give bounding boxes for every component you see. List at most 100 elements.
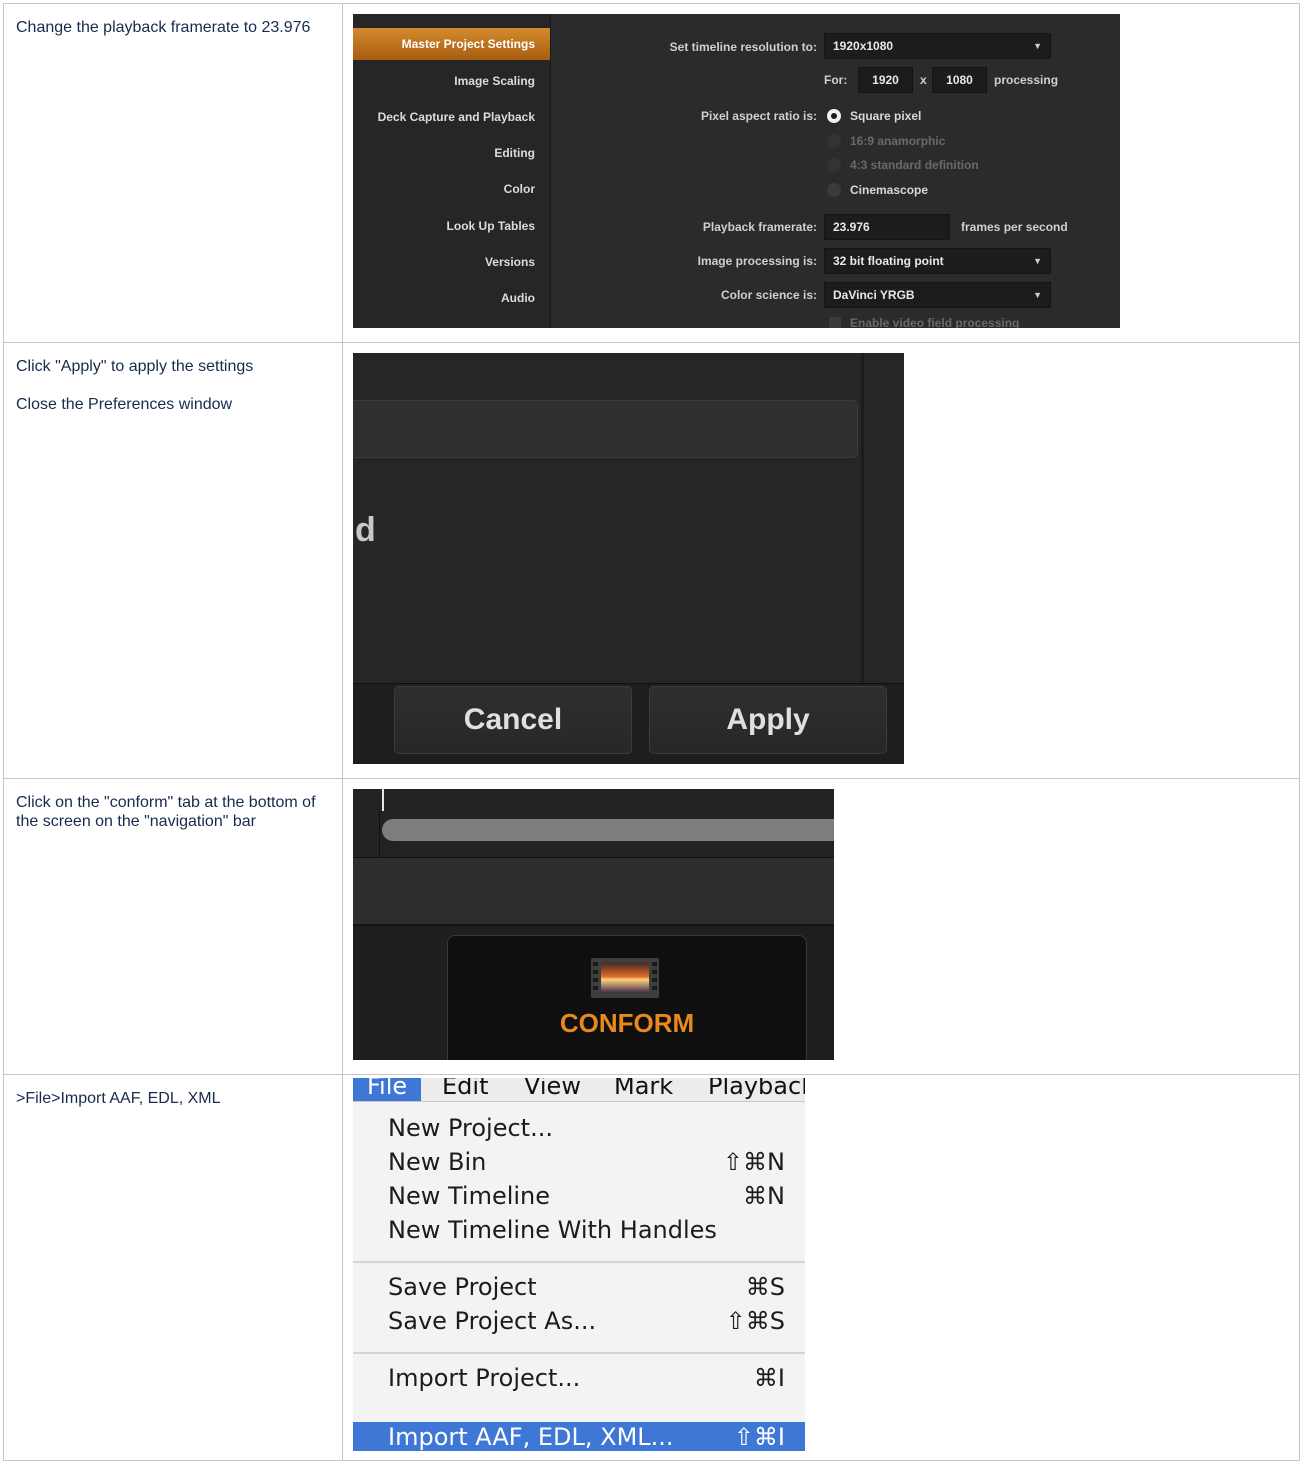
menu-item-new-timeline[interactable]: New Timeline — [388, 1182, 550, 1210]
menu-item-save-project[interactable]: Save Project — [388, 1273, 537, 1301]
film-frame — [601, 963, 649, 993]
timeline-scrollbar[interactable] — [382, 819, 834, 841]
chevron-down-icon: ▼ — [1033, 290, 1042, 300]
cancel-button[interactable]: Cancel — [394, 686, 632, 754]
image-processing-label: Image processing is: — [697, 254, 817, 268]
timeline-resolution-label: Set timeline resolution to: — [669, 40, 817, 54]
image-processing-value: 32 bit floating point — [833, 254, 944, 268]
instruction-text: Change the playback framerate to 23.976 — [16, 19, 311, 36]
menu-separator — [353, 1352, 805, 1354]
shortcut-import-aaf-edl-xml: ⇧⌘I — [733, 1423, 785, 1451]
film-perforation — [593, 962, 598, 966]
color-science-value: DaVinci YRGB — [833, 288, 915, 302]
radio-anamorphic[interactable] — [827, 134, 841, 148]
cropped-text: d — [355, 511, 376, 549]
steps-table: Change the playback framerate to 23.976 … — [3, 3, 1300, 1461]
step-row-1: Change the playback framerate to 23.976 … — [3, 3, 1300, 343]
preferences-dialog-screenshot: d Cancel Apply — [353, 353, 904, 764]
chevron-down-icon: ▼ — [1033, 41, 1042, 51]
screenshot-cell: d Cancel Apply — [342, 342, 1300, 779]
shortcut-new-bin: ⇧⌘N — [722, 1148, 785, 1176]
field-processing-checkbox[interactable] — [829, 317, 841, 328]
image-processing-select[interactable]: 32 bit floating point ▼ — [824, 248, 1051, 274]
playback-framerate-label: Playback framerate: — [702, 220, 817, 234]
sidebar-item-audio[interactable]: Audio — [501, 291, 535, 305]
toolbar-strip — [353, 857, 834, 926]
menu-file[interactable]: File — [353, 1078, 422, 1101]
film-perforation — [593, 986, 598, 990]
sidebar-item-editing[interactable]: Editing — [494, 146, 535, 160]
film-perforation — [593, 970, 598, 974]
for-label: For: — [824, 73, 848, 87]
menu-item-import-project[interactable]: Import Project... — [388, 1364, 580, 1392]
sidebar-item-look-up-tables[interactable]: Look Up Tables — [447, 219, 535, 233]
times-label: x — [920, 73, 927, 87]
sidebar-item-color[interactable]: Color — [504, 182, 535, 196]
timeline-resolution-select[interactable]: 1920x1080 ▼ — [824, 33, 1051, 59]
instruction-cell: Click on the "conform" tab at the bottom… — [3, 778, 343, 1075]
instruction-text: >File>Import AAF, EDL, XML — [16, 1090, 221, 1107]
menu-bar: File Edit View Mark Playbacl — [353, 1078, 805, 1102]
step-row-4: >File>Import AAF, EDL, XML File Edit Vie… — [3, 1074, 1300, 1461]
instruction-cell: Click "Apply" to apply the settings Clos… — [3, 342, 343, 779]
film-perforation — [652, 970, 657, 974]
settings-sidebar: Master Project Settings Image Scaling De… — [353, 14, 551, 328]
chevron-down-icon: ▼ — [1033, 256, 1042, 266]
option-square-pixel: Square pixel — [850, 109, 922, 123]
film-perforation — [652, 978, 657, 982]
master-project-settings-screenshot: Master Project Settings Image Scaling De… — [353, 14, 1120, 328]
shortcut-save-project: ⌘S — [745, 1273, 785, 1301]
option-cinemascope: Cinemascope — [850, 183, 929, 197]
shortcut-save-project-as: ⇧⌘S — [725, 1307, 785, 1335]
radio-square-pixel[interactable] — [827, 109, 841, 123]
dialog-divider — [861, 353, 864, 683]
height-input[interactable]: 1080 — [932, 67, 987, 93]
menu-edit[interactable]: Edit — [442, 1078, 488, 1100]
color-science-select[interactable]: DaVinci YRGB ▼ — [824, 282, 1051, 308]
option-anamorphic: 16:9 anamorphic — [850, 134, 946, 148]
timeline-area — [353, 789, 834, 857]
sidebar-item-versions[interactable]: Versions — [485, 255, 535, 269]
option-standard-definition: 4:3 standard definition — [850, 158, 979, 172]
screenshot-cell: Master Project Settings Image Scaling De… — [342, 3, 1300, 343]
shortcut-import-project: ⌘I — [753, 1364, 785, 1392]
film-perforation — [652, 962, 657, 966]
file-menu-screenshot: File Edit View Mark Playbacl New Project… — [353, 1078, 805, 1451]
menu-item-new-bin[interactable]: New Bin — [388, 1148, 486, 1176]
screenshot-cell: File Edit View Mark Playbacl New Project… — [342, 1074, 1300, 1461]
apply-button[interactable]: Apply — [649, 686, 887, 754]
sidebar-item-master-project-settings[interactable]: Master Project Settings — [353, 28, 550, 60]
menu-item-new-timeline-handles[interactable]: New Timeline With Handles — [388, 1216, 717, 1244]
menu-separator — [353, 1261, 805, 1263]
playback-framerate-input[interactable]: 23.976 — [824, 214, 950, 240]
radio-standard-definition[interactable] — [827, 158, 841, 172]
frames-per-second-label: frames per second — [961, 220, 1068, 234]
menu-item-import-aaf-edl-xml[interactable]: Import AAF, EDL, XML... — [388, 1423, 674, 1451]
dialog-panel — [353, 400, 858, 458]
menu-mark[interactable]: Mark — [614, 1078, 673, 1100]
film-perforation — [652, 986, 657, 990]
menu-item-save-project-as[interactable]: Save Project As... — [388, 1307, 596, 1335]
screenshot-cell: CONFORM — [342, 778, 1300, 1075]
conform-tab[interactable]: CONFORM — [447, 935, 807, 1060]
conform-tab-label: CONFORM — [559, 1008, 695, 1038]
field-processing-label: Enable video field processing — [850, 316, 1020, 328]
timeline-resolution-value: 1920x1080 — [833, 39, 894, 53]
conform-tab-screenshot: CONFORM — [353, 789, 834, 1060]
radio-cinemascope[interactable] — [827, 183, 841, 197]
color-science-label: Color science is: — [720, 288, 817, 302]
dialog-button-row: Cancel Apply — [353, 683, 904, 764]
film-perforation — [593, 978, 598, 982]
menu-view[interactable]: View — [524, 1078, 581, 1100]
instruction-text: Click "Apply" to apply the settings — [16, 358, 254, 375]
instruction-text: Click on the "conform" tab at the bottom… — [16, 794, 316, 830]
pixel-aspect-label: Pixel aspect ratio is: — [700, 109, 817, 123]
processing-label: processing — [994, 73, 1059, 87]
sidebar-item-deck-capture[interactable]: Deck Capture and Playback — [378, 110, 535, 124]
menu-playback[interactable]: Playbacl — [708, 1078, 805, 1100]
playhead[interactable] — [382, 789, 384, 811]
menu-item-new-project[interactable]: New Project... — [388, 1114, 553, 1142]
sidebar-item-image-scaling[interactable]: Image Scaling — [454, 74, 535, 88]
shortcut-new-timeline: ⌘N — [743, 1182, 785, 1210]
width-input[interactable]: 1920 — [858, 67, 913, 93]
